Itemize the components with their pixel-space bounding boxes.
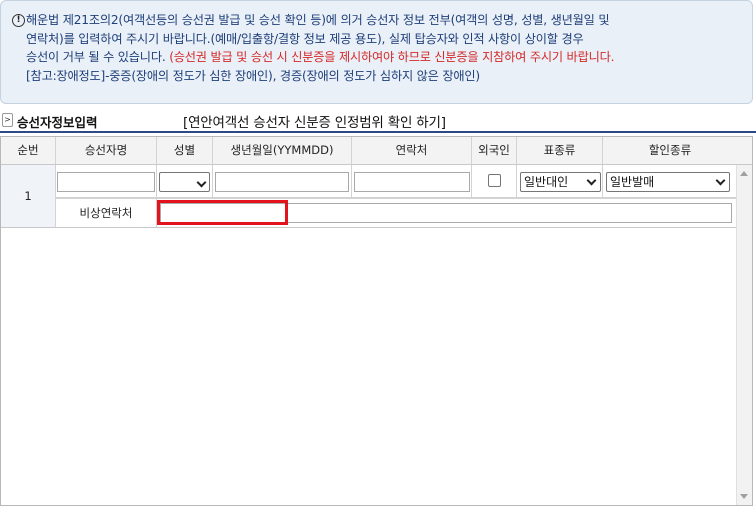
birth-cell — [213, 165, 352, 198]
gender-cell — [157, 165, 213, 198]
discount-type-value: 일반발매 — [610, 175, 655, 189]
scroll-down-icon[interactable] — [740, 494, 748, 499]
scroll-up-icon[interactable] — [740, 171, 748, 176]
notice-panel: ! 해운법 제21조의2(여객선등의 승선권 발급 및 승선 확인 등)에 의거… — [0, 0, 753, 104]
notice-line-2: 연락처)를 입력하여 주시기 바랍니다.(예매/입출항/결항 정보 제공 용도)… — [26, 31, 584, 46]
notice-text: 해운법 제21조의2(여객선등의 승선권 발급 및 승선 확인 등)에 의거 승… — [26, 11, 746, 85]
emergency-contact-label: 비상연락처 — [56, 199, 157, 227]
notice-line-4: [참고:장애정도]-중증(장애의 정도가 심한 장애인), 경증(장애의 정도가… — [26, 68, 480, 83]
col-birth: 생년월일(YYMMDD) — [213, 137, 352, 164]
section-title: 승선자정보입력 — [17, 115, 98, 130]
section-header: > 승선자정보입력 [연안여객선 승선자 신분증 인정범위 확인 하기] — [0, 108, 756, 133]
passenger-grid: 순번 승선자명 성별 생년월일(YYMMDD) 연락처 외국인 표종류 할인종류… — [0, 136, 753, 506]
col-ticket-type: 표종류 — [517, 137, 603, 164]
phone-cell — [352, 165, 472, 198]
id-range-link[interactable]: [연안여객선 승선자 신분증 인정범위 확인 하기] — [183, 111, 446, 131]
chevron-right-icon: > — [2, 113, 13, 127]
col-phone: 연락처 — [352, 137, 472, 164]
birth-date-input[interactable] — [215, 172, 349, 192]
col-foreigner: 외국인 — [472, 137, 517, 164]
name-cell — [56, 165, 157, 198]
foreigner-cell — [472, 165, 517, 198]
ticket-type-select[interactable]: 일반대인 — [520, 172, 601, 192]
chevron-down-icon — [715, 175, 726, 186]
notice-line-1: 해운법 제21조의2(여객선등의 승선권 발급 및 승선 확인 등)에 의거 승… — [26, 13, 610, 27]
foreigner-checkbox[interactable] — [488, 174, 501, 187]
id-warning-text: (승선권 발급 및 승선 시 신분증을 제시하여야 하므로 신분증을 지참하여 … — [169, 50, 615, 64]
col-discount-type: 할인종류 — [648, 143, 692, 157]
col-name: 승선자명 — [56, 137, 157, 164]
discount-type-cell: 일반발매 — [603, 165, 737, 198]
row-seq: 1 — [1, 165, 56, 228]
exclamation-icon: ! — [12, 14, 25, 27]
highlight-box — [157, 200, 288, 225]
notice-line-3-text: 승선이 거부 될 수 있습니다. — [26, 50, 170, 64]
ticket-type-cell: 일반대인 — [517, 165, 603, 198]
ticket-type-value: 일반대인 — [524, 175, 569, 189]
passenger-name-input[interactable] — [57, 172, 155, 192]
vertical-scrollbar[interactable] — [736, 165, 752, 505]
discount-type-select[interactable]: 일반발매 — [606, 172, 730, 192]
grid-header: 순번 승선자명 성별 생년월일(YYMMDD) 연락처 외국인 표종류 할인종류 — [1, 137, 752, 165]
phone-input[interactable] — [354, 172, 470, 192]
chevron-down-icon — [586, 175, 597, 186]
col-gender: 성별 — [157, 137, 213, 164]
emergency-contact-row: 비상연락처 — [56, 199, 737, 228]
table-row: 일반대인 일반발매 — [56, 165, 737, 199]
col-seq: 순번 — [1, 137, 56, 164]
notice-line-3: 승선이 거부 될 수 있습니다. (승선권 발급 및 승선 시 신분증을 제시하… — [26, 48, 746, 67]
